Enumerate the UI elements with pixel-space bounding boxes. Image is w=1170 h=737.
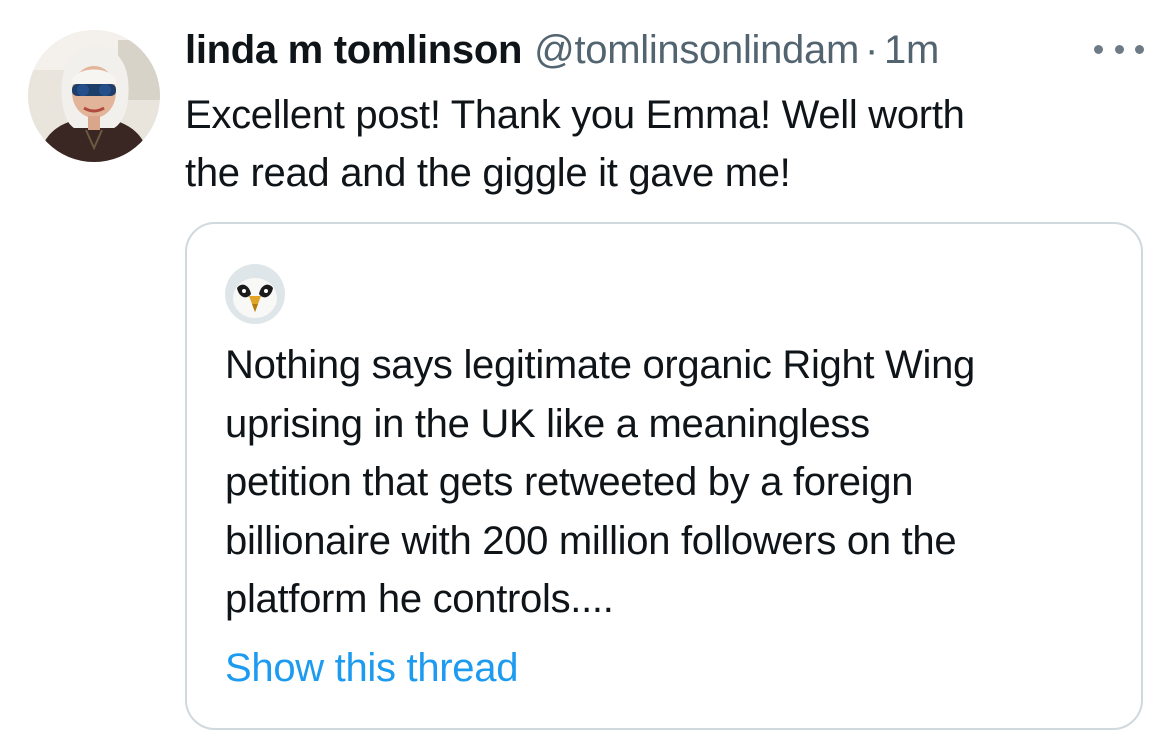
profile-photo-image <box>28 30 160 162</box>
quoted-tweet-text: Nothing says legitimate organic Right Wi… <box>225 336 1125 629</box>
tweet-text: Excellent post! Thank you Emma! Well wor… <box>185 86 1115 202</box>
user-avatar[interactable] <box>28 30 160 162</box>
quoted-user-avatar[interactable] <box>225 264 285 324</box>
quoted-text-line: platform he controls.... <box>225 577 614 621</box>
tweet: linda m tomlinson @tomlinsonlindam · 1m … <box>0 0 1170 737</box>
quoted-text-line: petition that gets retweeted by a foreig… <box>225 460 914 504</box>
separator-dot: · <box>864 28 879 72</box>
quoted-text-line: billionaire with 200 million followers o… <box>225 518 957 563</box>
tweet-text-line: the read and the giggle it gave me! <box>185 151 791 195</box>
quoted-tweet-card[interactable]: Nothing says legitimate organic Right Wi… <box>185 222 1143 730</box>
display-name[interactable]: linda m tomlinson <box>185 28 522 73</box>
more-options-button[interactable] <box>1094 34 1144 64</box>
tweet-text-line: Excellent post! Thank you Emma! Well wor… <box>185 93 965 137</box>
show-thread-link[interactable]: Show this thread <box>225 639 518 697</box>
quoted-text-line: Nothing says legitimate organic Right Wi… <box>225 343 975 387</box>
more-horizontal-icon <box>1094 44 1103 54</box>
user-handle[interactable]: @tomlinsonlindam <box>534 28 859 73</box>
quoted-text-line: uprising in the UK like a meaningless <box>225 401 870 446</box>
tweet-header: linda m tomlinson @tomlinsonlindam · 1m <box>185 28 1085 78</box>
more-horizontal-icon <box>1114 44 1124 54</box>
bird-profile-photo-image <box>225 264 285 324</box>
timestamp[interactable]: 1m <box>884 28 939 73</box>
more-horizontal-icon <box>1135 44 1144 54</box>
